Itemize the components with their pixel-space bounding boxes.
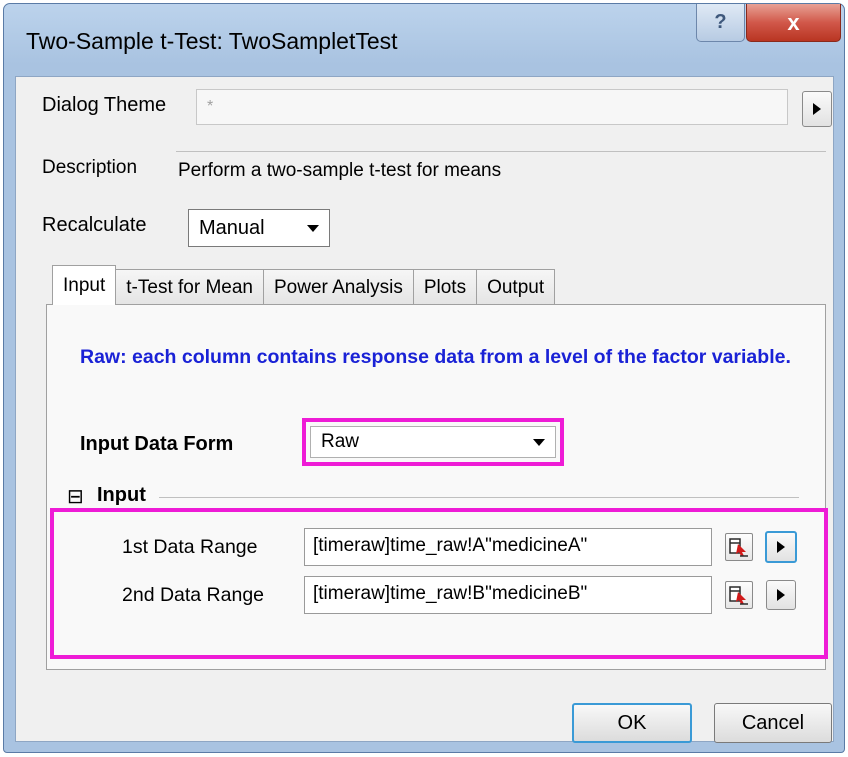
raw-info-text: Raw: each column contains response data … (80, 346, 791, 368)
arrow-right-icon (813, 103, 821, 115)
dialog-theme-label: Dialog Theme (42, 94, 167, 116)
tab-label: t-Test for Mean (126, 276, 253, 298)
cancel-button-label: Cancel (741, 711, 805, 734)
tab-input[interactable]: Input (52, 265, 117, 305)
collapse-icon[interactable]: ⊟ (67, 484, 84, 509)
input-data-form-select[interactable]: Raw (310, 426, 556, 458)
data-range-2-value: [timeraw]time_raw!B"medicineB" (313, 583, 588, 604)
ok-button[interactable]: OK (572, 703, 692, 743)
dialog-theme-value: * (207, 98, 214, 115)
tab-label: Power Analysis (273, 276, 403, 298)
dropdown-arrow-icon (533, 438, 545, 446)
data-range-1-value: [timeraw]time_raw!A"medicineA" (313, 535, 588, 556)
tab-label: Output (487, 276, 545, 298)
dialog-theme-field[interactable]: * (196, 89, 788, 125)
input-group-divider (159, 497, 799, 498)
help-icon: ? (714, 11, 727, 33)
help-button[interactable]: ? (696, 4, 745, 42)
data-range-2-picker[interactable] (725, 581, 753, 609)
input-data-form-label: Input Data Form (80, 433, 234, 455)
tab-output[interactable]: Output (476, 269, 556, 305)
recalculate-select[interactable]: Manual (188, 209, 330, 247)
theme-menu-button[interactable] (802, 91, 832, 127)
recalculate-value: Manual (199, 216, 265, 239)
data-range-1-menu-button[interactable] (765, 531, 797, 563)
tab-power-analysis[interactable]: Power Analysis (262, 269, 414, 305)
close-button[interactable]: x (746, 4, 841, 42)
description-text: Perform a two-sample t-test for means (178, 160, 502, 181)
tab-t-test-for-mean[interactable]: t-Test for Mean (115, 269, 264, 305)
recalculate-label: Recalculate (42, 214, 147, 236)
title-bar[interactable]: Two-Sample t-Test: TwoSampletTest ? x (4, 4, 844, 78)
tab-strip: Input t-Test for Mean Power Analysis Plo… (52, 265, 556, 305)
input-group-label: Input (97, 484, 146, 506)
input-data-form-value: Raw (321, 431, 360, 452)
data-range-2-input[interactable]: [timeraw]time_raw!B"medicineB" (304, 576, 712, 614)
data-range-1-label: 1st Data Range (122, 536, 258, 558)
ok-button-label: OK (617, 711, 647, 734)
arrow-right-icon (777, 589, 785, 601)
dialog-window: Two-Sample t-Test: TwoSampletTest ? x Di… (3, 3, 845, 753)
range-picker-icon (729, 538, 748, 557)
tab-label: Plots (423, 276, 467, 298)
description-divider (176, 151, 826, 152)
data-range-1-picker[interactable] (725, 533, 753, 561)
close-icon: x (787, 9, 800, 35)
window-title: Two-Sample t-Test: TwoSampletTest (26, 28, 398, 54)
input-tab-panel: Raw: each column contains response data … (46, 304, 828, 670)
data-range-2-menu-button[interactable] (766, 580, 796, 610)
description-label: Description (42, 157, 138, 178)
cancel-button[interactable]: Cancel (714, 703, 832, 743)
data-range-1-input[interactable]: [timeraw]time_raw!A"medicineA" (304, 528, 712, 566)
tab-label: Input (63, 274, 106, 296)
dropdown-arrow-icon (307, 224, 319, 232)
tab-plots[interactable]: Plots (412, 269, 478, 305)
dialog-body: Dialog Theme * Description Perform a two… (15, 76, 834, 743)
range-picker-icon (729, 586, 748, 605)
arrow-right-icon (777, 541, 785, 553)
data-range-2-label: 2nd Data Range (122, 584, 265, 606)
